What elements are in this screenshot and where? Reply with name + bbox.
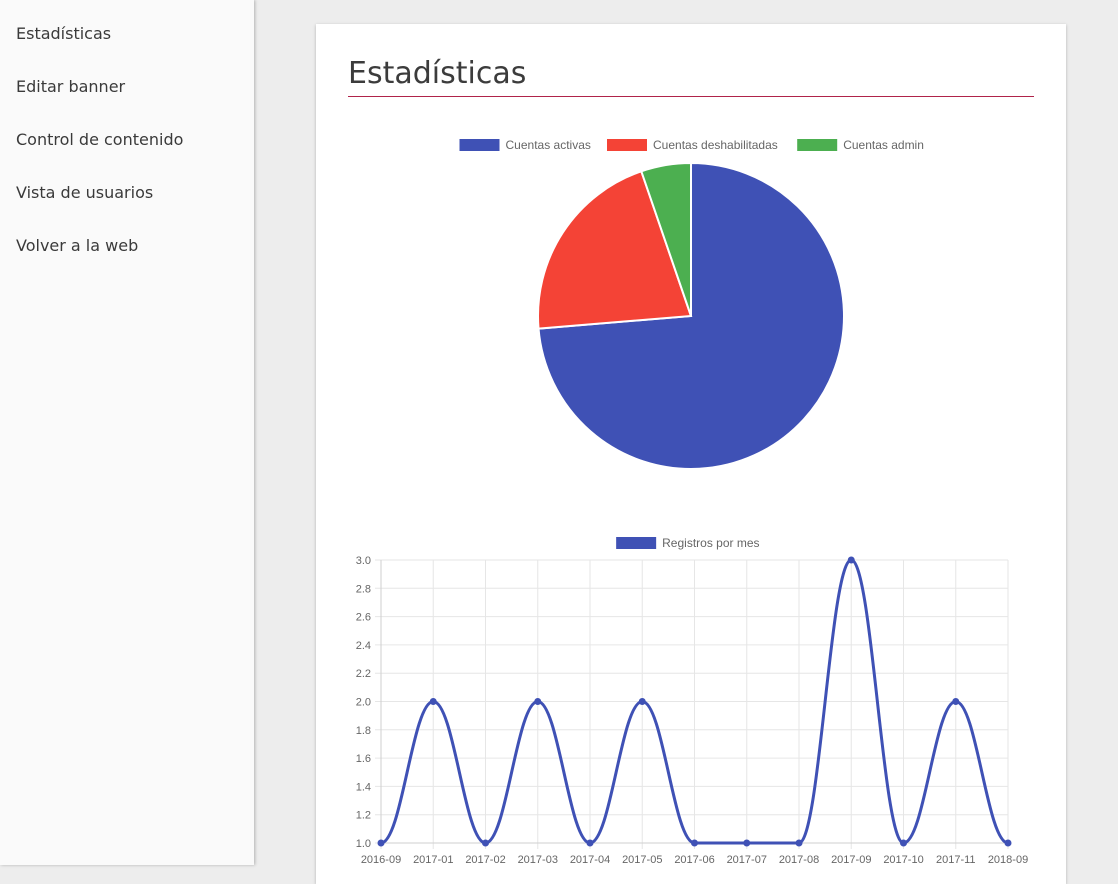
- data-point[interactable]: [952, 698, 960, 705]
- data-point[interactable]: [534, 698, 542, 705]
- x-tick-label: 2017-03: [518, 854, 558, 866]
- y-tick-label: 2.6: [356, 612, 371, 624]
- x-tick-label: 2017-07: [727, 854, 767, 866]
- sidebar: Estadísticas Editar banner Control de co…: [0, 0, 254, 865]
- sidebar-item-vista-usuarios[interactable]: Vista de usuarios: [16, 183, 153, 202]
- legend-label[interactable]: Registros por mes: [662, 536, 759, 550]
- data-point[interactable]: [377, 839, 385, 847]
- x-tick-label: 2018-09: [988, 854, 1028, 866]
- y-tick-label: 2.4: [356, 640, 371, 652]
- data-point[interactable]: [743, 839, 751, 847]
- y-tick-label: 2.8: [356, 583, 371, 595]
- legend-label[interactable]: Cuentas deshabilitadas: [653, 138, 778, 152]
- legend-swatch[interactable]: [607, 139, 647, 151]
- data-point[interactable]: [429, 698, 437, 705]
- data-point[interactable]: [1004, 839, 1012, 847]
- y-tick-label: 2.0: [356, 697, 371, 709]
- data-point[interactable]: [586, 839, 594, 847]
- x-tick-label: 2017-09: [831, 854, 871, 866]
- legend-swatch[interactable]: [616, 537, 657, 549]
- x-tick-label: 2017-11: [936, 854, 976, 866]
- title-divider: [348, 96, 1034, 97]
- x-tick-label: 2017-05: [622, 854, 662, 866]
- data-point[interactable]: [900, 839, 907, 847]
- line-chart: Registros por mes 1.0 1.2 1.4 1.6 1.8 2.0 2.2 2.…: [356, 536, 1028, 866]
- y-tick-label: 1.2: [356, 810, 371, 822]
- x-tick-label: 2017-02: [465, 854, 505, 866]
- legend-swatch[interactable]: [797, 139, 838, 151]
- legend-label[interactable]: Cuentas admin: [843, 138, 924, 152]
- data-point[interactable]: [691, 839, 698, 847]
- y-tick-label: 1.6: [356, 753, 371, 765]
- data-point[interactable]: [638, 698, 646, 705]
- y-tick-label: 1.8: [356, 725, 371, 737]
- data-point[interactable]: [795, 839, 803, 847]
- y-tick-label: 3.0: [356, 555, 371, 567]
- pie-chart: Cuentas activas Cuentas deshabilitadas Cue…: [459, 138, 924, 470]
- x-tick-label: 2017-10: [883, 854, 923, 866]
- legend-swatch[interactable]: [459, 139, 500, 151]
- y-tick-label: 2.2: [356, 668, 371, 680]
- x-tick-label: 2017-04: [570, 854, 610, 866]
- y-tick-label: 1.0: [356, 838, 371, 850]
- sidebar-item-estadisticas[interactable]: Estadísticas: [16, 24, 111, 43]
- sidebar-item-volver-web[interactable]: Volver a la web: [16, 236, 138, 255]
- page-title: Estadísticas: [348, 56, 527, 91]
- x-tick-label: 2017-01: [413, 854, 453, 866]
- x-tick-label: 2017-08: [779, 854, 819, 866]
- sidebar-item-control-contenido[interactable]: Control de contenido: [16, 130, 183, 149]
- data-point[interactable]: [482, 839, 489, 847]
- sidebar-item-editar-banner[interactable]: Editar banner: [16, 77, 125, 96]
- data-point[interactable]: [847, 556, 855, 564]
- x-tick-label: 2017-06: [674, 854, 714, 866]
- x-tick-label: 2016-09: [361, 854, 401, 866]
- legend-label[interactable]: Cuentas activas: [506, 138, 591, 152]
- y-tick-label: 1.4: [356, 781, 371, 793]
- stats-card: Estadísticas Cuentas activas Cuentas desh…: [316, 24, 1066, 884]
